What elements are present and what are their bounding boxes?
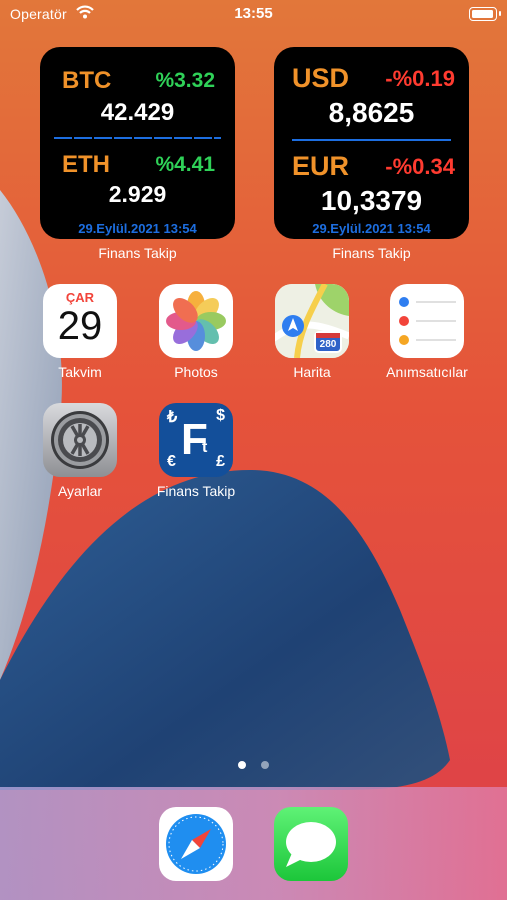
widget-divider bbox=[292, 139, 451, 141]
app-takvim[interactable]: ÇAR 29 Takvim bbox=[32, 284, 128, 380]
euro-symbol: € bbox=[167, 453, 176, 470]
route-shield-number: 280 bbox=[319, 339, 337, 350]
usd-change: -%0.19 bbox=[385, 66, 455, 91]
battery-icon bbox=[469, 7, 501, 21]
page-dot[interactable] bbox=[260, 761, 269, 769]
eth-change: %4.41 bbox=[155, 153, 215, 176]
app-label: Takvim bbox=[58, 364, 102, 380]
app-ayarlar[interactable]: Ayarlar bbox=[32, 403, 128, 499]
photos-icon[interactable] bbox=[159, 284, 233, 358]
app-animsaticilar[interactable]: Anımsatıcılar bbox=[379, 284, 475, 380]
eth-price: 2.929 bbox=[108, 181, 167, 207]
messages-bubble-icon[interactable] bbox=[274, 807, 348, 881]
currency-widget-card[interactable]: USD -%0.19 8,8625 EUR -%0.34 10,3379 29.… bbox=[274, 47, 469, 239]
app-label: Photos bbox=[174, 364, 218, 380]
safari-compass-icon[interactable] bbox=[159, 807, 233, 881]
btc-price: 42.429 bbox=[100, 99, 175, 126]
maps-icon[interactable]: 280 bbox=[275, 284, 349, 358]
finans-takip-icon[interactable]: ₺ $ € £ F t bbox=[159, 403, 233, 477]
lira-symbol: ₺ bbox=[167, 409, 178, 426]
app-label: Harita bbox=[293, 364, 331, 380]
app-harita[interactable]: 280 Harita bbox=[264, 284, 360, 380]
app-label: Ayarlar bbox=[57, 483, 103, 499]
crypto-widget[interactable]: BTC %3.32 42.429 ETH %4.41 2.929 29.Eylü… bbox=[40, 47, 235, 261]
eur-change: -%0.34 bbox=[385, 154, 455, 179]
status-time: 13:55 bbox=[234, 5, 273, 22]
pound-symbol: £ bbox=[216, 453, 225, 470]
app-photos[interactable]: Photos bbox=[148, 284, 244, 380]
status-bar: Operatör 13:55 bbox=[0, 0, 507, 28]
dollar-symbol: $ bbox=[216, 407, 225, 424]
eur-symbol: EUR bbox=[292, 151, 350, 181]
settings-gear-icon[interactable] bbox=[43, 403, 117, 477]
eth-symbol: ETH bbox=[62, 151, 110, 178]
dock bbox=[0, 787, 507, 900]
crypto-widget-caption: Finans Takip bbox=[98, 245, 177, 261]
usd-price: 8,8625 bbox=[328, 97, 415, 128]
btc-symbol: BTC bbox=[62, 67, 112, 94]
reminders-icon[interactable] bbox=[390, 284, 464, 358]
eur-price: 10,3379 bbox=[320, 185, 423, 216]
crypto-widget-card[interactable]: BTC %3.32 42.429 ETH %4.41 2.929 29.Eylü… bbox=[40, 47, 235, 239]
usd-symbol: USD bbox=[292, 63, 350, 93]
calendar-icon[interactable]: ÇAR 29 bbox=[43, 284, 117, 358]
crypto-widget-date: 29.Eylül.2021 13:54 bbox=[78, 221, 197, 236]
widget-divider bbox=[54, 137, 221, 139]
app-label: Anımsatıcılar bbox=[386, 364, 468, 380]
page-dot-active[interactable] bbox=[238, 761, 247, 769]
currency-widget-date: 29.Eylül.2021 13:54 bbox=[312, 221, 431, 236]
currency-widget-caption: Finans Takip bbox=[332, 245, 411, 261]
finans-logo-small: t bbox=[202, 439, 208, 456]
app-label: Finans Takip bbox=[156, 483, 236, 499]
currency-widget[interactable]: USD -%0.19 8,8625 EUR -%0.34 10,3379 29.… bbox=[274, 47, 469, 261]
page-indicator[interactable] bbox=[0, 756, 507, 774]
btc-change: %3.32 bbox=[155, 69, 215, 92]
calendar-day: 29 bbox=[57, 304, 103, 348]
app-finans-takip[interactable]: ₺ $ € £ F t Finans Takip bbox=[148, 403, 244, 499]
calendar-weekday: ÇAR bbox=[65, 290, 95, 305]
